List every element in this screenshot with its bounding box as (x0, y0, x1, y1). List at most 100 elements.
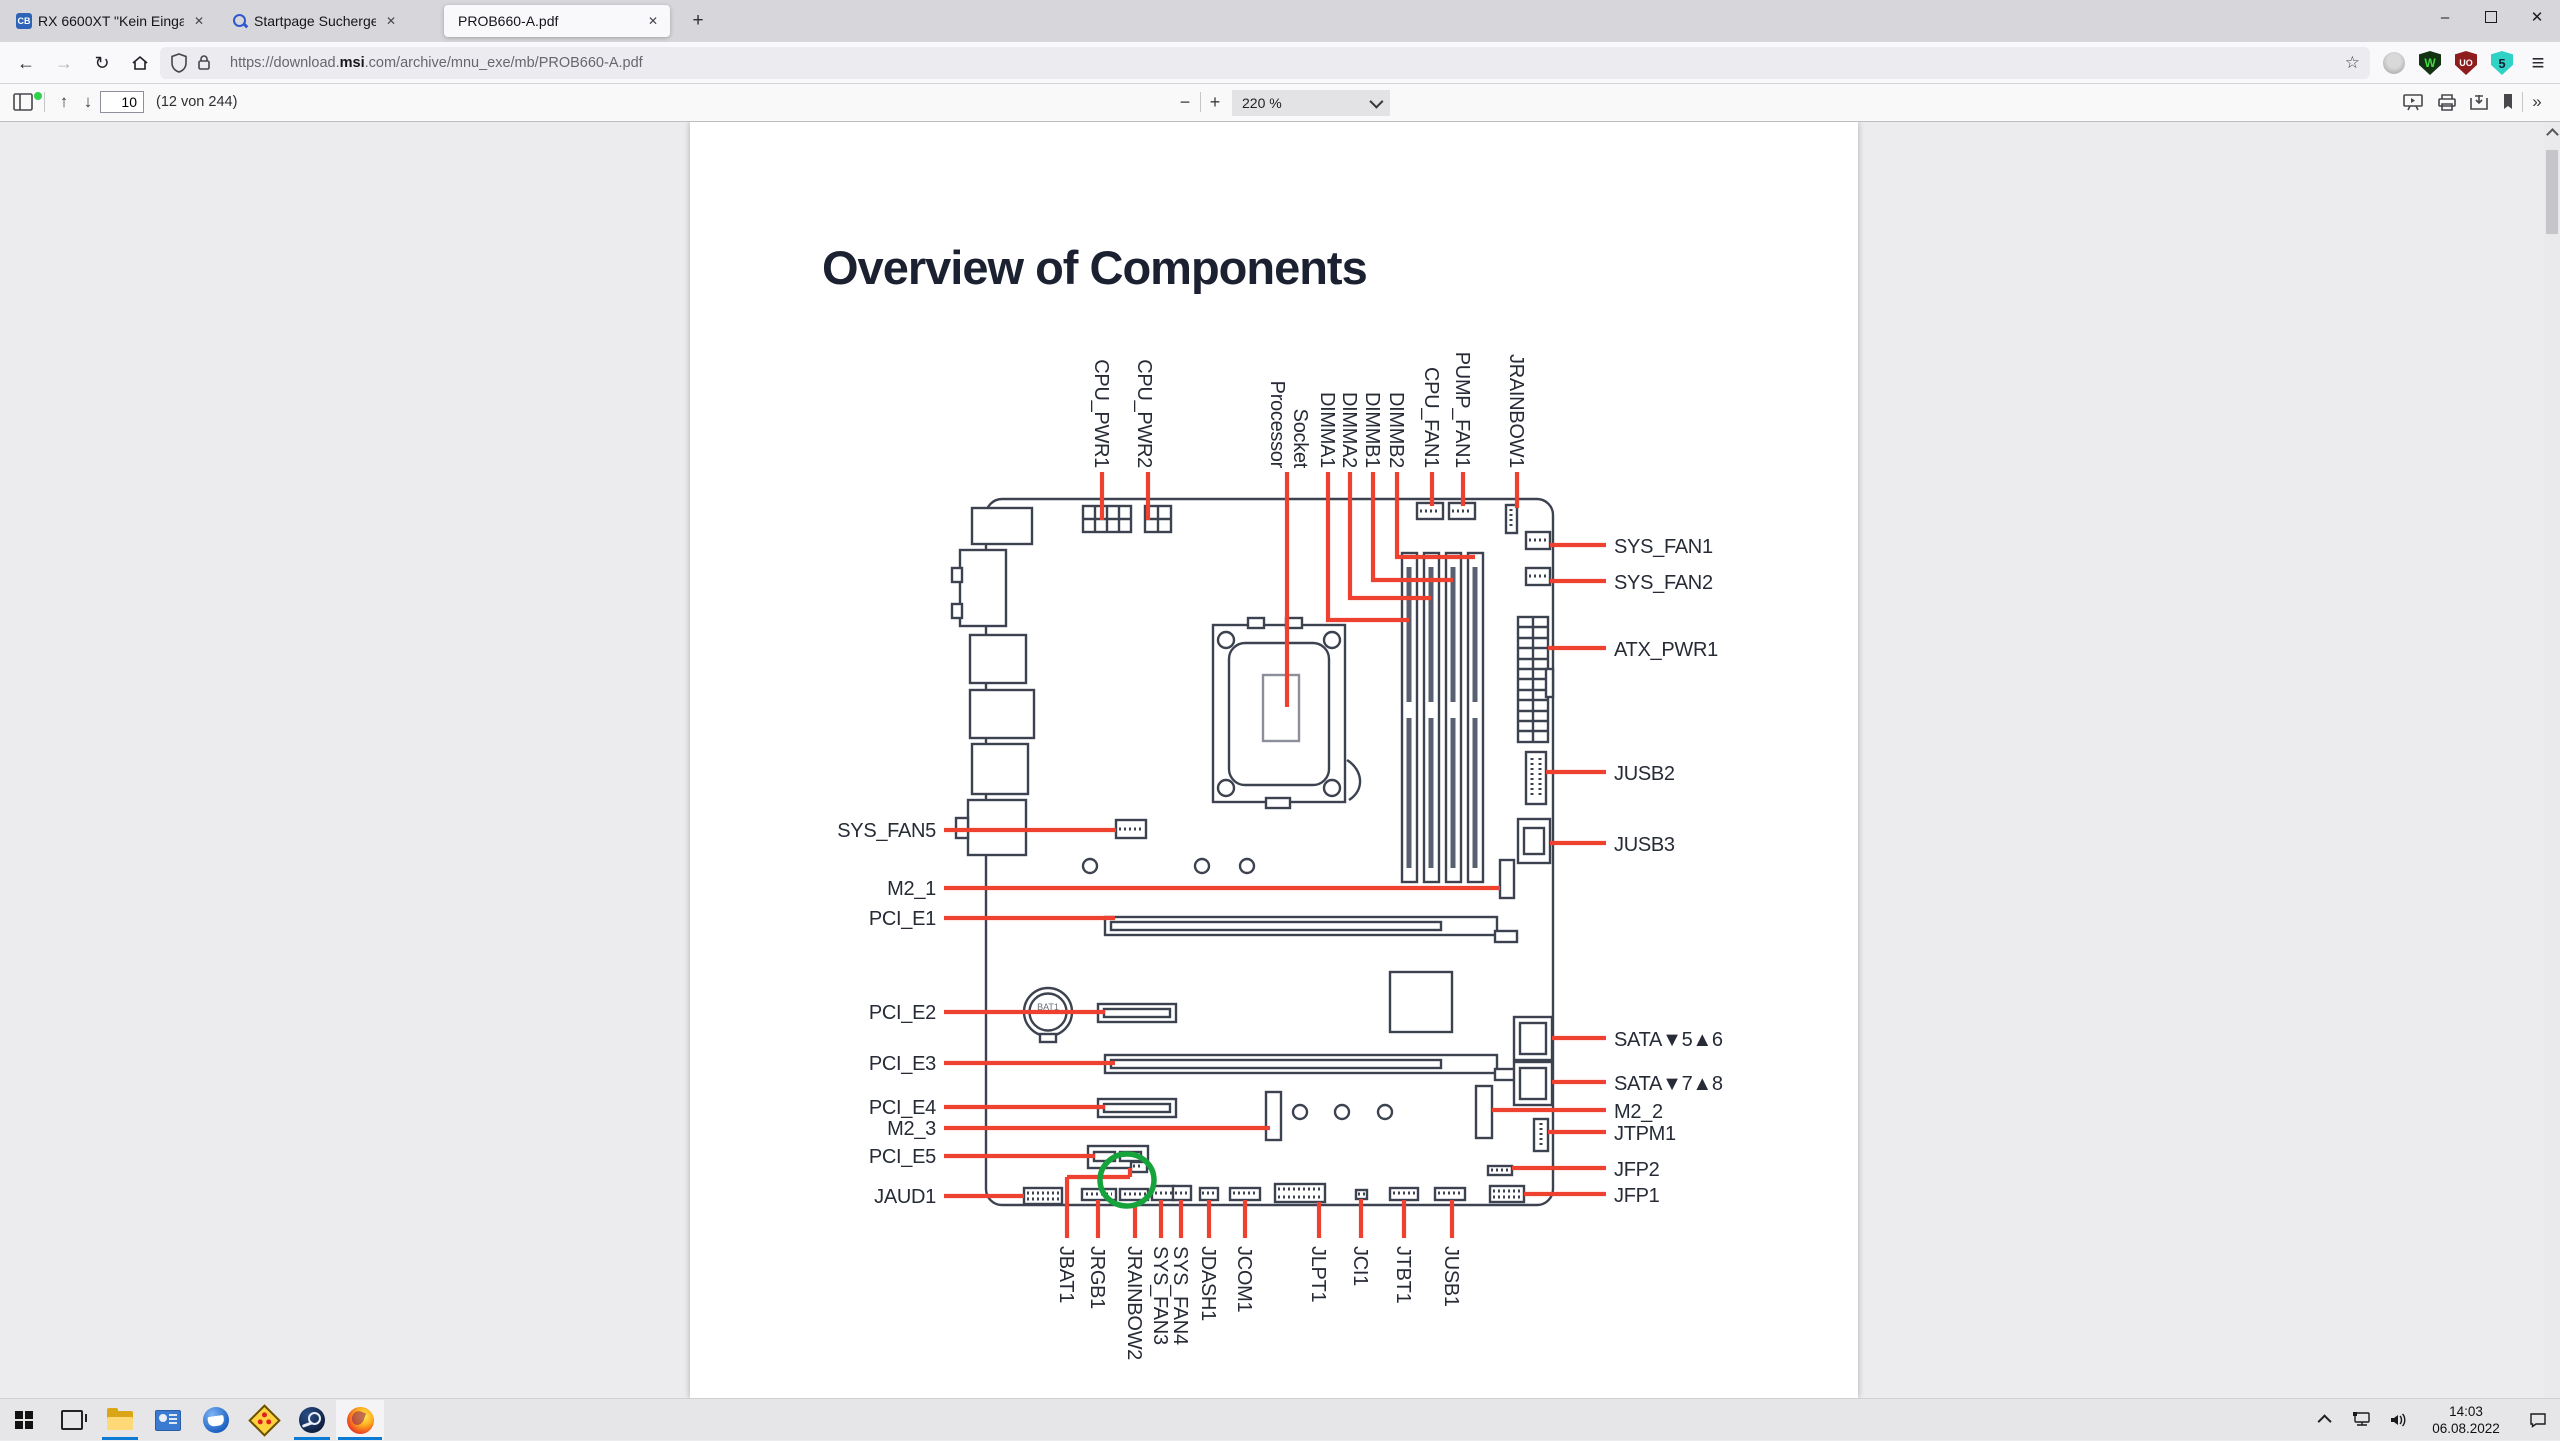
scrollbar-thumb[interactable] (2546, 150, 2558, 234)
start-button[interactable] (0, 1400, 48, 1440)
tab-title: Startpage Suchergebnisse (254, 13, 376, 29)
next-page-button[interactable]: ↓ (76, 88, 100, 116)
tab-prob660a-pdf[interactable]: PROB660-A.pdf ✕ (444, 5, 670, 37)
print-button[interactable] (2432, 88, 2462, 116)
component-label: PCI_E1 (869, 908, 936, 930)
component-label: JFP1 (1614, 1185, 1660, 1207)
component-label: JRAINBOW2 (1123, 1246, 1145, 1360)
extension-icon-ublock[interactable]: UO (2452, 49, 2480, 77)
chevron-up-icon (2318, 1414, 2332, 1428)
component-label: SYS_FAN3 (1149, 1246, 1171, 1345)
ublock-shield-icon: UO (2455, 51, 2477, 75)
w-shield-icon: W (2419, 51, 2441, 75)
windows-logo-icon (15, 1411, 33, 1429)
component-label: JUSB2 (1614, 763, 1675, 785)
zoom-out-button[interactable]: − (1172, 88, 1198, 116)
lock-icon[interactable] (196, 53, 212, 73)
tab-close-icon[interactable]: ✕ (382, 12, 400, 30)
download-icon (2469, 93, 2489, 111)
toolbar-overflow-button[interactable]: » (2526, 88, 2548, 116)
window-controls: – ✕ (2422, 0, 2560, 34)
viewer-scrollbar[interactable] (2544, 122, 2560, 1398)
tab-title: RX 6600XT "Kein Eingangssignal (38, 13, 184, 29)
action-center-button[interactable] (2516, 1411, 2560, 1429)
component-label: DIMMB2 (1385, 392, 1407, 468)
current-view-bookmark-button[interactable] (2496, 88, 2520, 116)
back-button[interactable]: ← (10, 47, 42, 79)
taskbar-presentation-app[interactable] (144, 1400, 192, 1440)
component-label: DIMMA1 (1316, 392, 1338, 468)
diamond-app-icon (248, 1404, 281, 1437)
taskbar-diamond-app[interactable] (240, 1400, 288, 1440)
reload-button[interactable]: ↻ (86, 47, 118, 79)
home-button[interactable] (124, 47, 156, 79)
minimize-button[interactable]: – (2422, 0, 2468, 34)
network-status[interactable] (2344, 1411, 2380, 1429)
component-label: Processor (1266, 381, 1288, 469)
sidebar-icon (13, 93, 33, 111)
component-label: ATX_PWR1 (1614, 639, 1718, 661)
presentation-app-icon (155, 1410, 181, 1431)
tab-close-icon[interactable]: ✕ (644, 12, 662, 30)
thunderbird-icon (203, 1407, 229, 1433)
forward-button[interactable]: → (48, 47, 80, 79)
zoom-in-button[interactable]: + (1202, 88, 1228, 116)
component-label: M2_2 (1614, 1101, 1663, 1123)
task-view-button[interactable] (48, 1400, 96, 1440)
url-text: https://download.msi.com/archive/mnu_exe… (230, 55, 2345, 71)
component-label: SATA▼5▲6 (1614, 1029, 1723, 1051)
page-count-label: (12 von 244) (156, 94, 237, 110)
tab-startpage[interactable]: Startpage Suchergebnisse ✕ (224, 5, 408, 37)
app-menu-button[interactable]: ≡ (2524, 49, 2552, 77)
presentation-mode-button[interactable] (2398, 88, 2428, 116)
previous-page-button[interactable]: ↑ (52, 88, 76, 116)
extension-icon-five-shield[interactable]: 5 (2488, 49, 2516, 77)
tab-rx6600xt[interactable]: CB RX 6600XT "Kein Eingangssignal ✕ (8, 5, 216, 37)
speaker-icon (2388, 1411, 2408, 1429)
home-icon (131, 54, 149, 72)
tracking-shield-icon[interactable] (170, 53, 188, 73)
component-label: JRAINBOW1 (1505, 354, 1527, 468)
component-label: CPU_PWR2 (1133, 359, 1155, 468)
component-label: JCI1 (1349, 1246, 1371, 1286)
motherboard-diagram: CPU_PWR1 CPU_PWR2 Processor Socket DIMMA… (690, 122, 1858, 1398)
new-tab-button[interactable]: + (684, 8, 712, 36)
restore-button[interactable] (2468, 0, 2514, 34)
taskbar-clock[interactable]: 14:03 06.08.2022 (2416, 1403, 2516, 1437)
component-label: DIMMA2 (1338, 392, 1360, 468)
chevron-down-icon (1369, 95, 1383, 109)
save-button[interactable] (2464, 88, 2494, 116)
bookmark-star-icon[interactable]: ☆ (2345, 53, 2360, 73)
component-label: JLPT1 (1307, 1246, 1329, 1302)
component-label: JUSB1 (1440, 1246, 1462, 1307)
component-label: M2_3 (887, 1118, 936, 1140)
taskbar-file-explorer[interactable] (96, 1400, 144, 1440)
component-label: PUMP_FAN1 (1451, 352, 1473, 468)
taskbar-firefox[interactable] (336, 1400, 384, 1440)
component-label: PCI_E2 (869, 1002, 936, 1024)
extension-icon-w-shield[interactable]: W (2416, 49, 2444, 77)
clock-date: 06.08.2022 (2416, 1420, 2516, 1437)
taskbar-thunderbird[interactable] (192, 1400, 240, 1440)
computerbase-favicon: CB (16, 13, 32, 29)
component-label: SATA▼7▲8 (1614, 1073, 1723, 1095)
scrollbar-up-icon[interactable] (2546, 128, 2559, 141)
steam-icon (299, 1407, 325, 1433)
startpage-favicon (232, 13, 248, 29)
pdf-sidebar-toggle[interactable] (8, 88, 38, 116)
page-number-input[interactable] (100, 91, 144, 113)
component-label: M2_1 (887, 878, 936, 900)
hamburger-icon: ≡ (2532, 50, 2545, 76)
component-label: Socket (1289, 409, 1311, 469)
zoom-level-select[interactable]: 220 % (1232, 90, 1390, 116)
extension-icon-generic[interactable] (2380, 49, 2408, 77)
component-label: JDASH1 (1197, 1246, 1219, 1321)
hidden-icons-button[interactable] (2308, 1415, 2344, 1425)
url-bar[interactable]: https://download.msi.com/archive/mnu_exe… (160, 47, 2370, 79)
component-label: PCI_E4 (869, 1097, 936, 1119)
component-label: JFP2 (1614, 1159, 1660, 1181)
close-window-button[interactable]: ✕ (2514, 0, 2560, 34)
tab-close-icon[interactable]: ✕ (190, 12, 208, 30)
taskbar-steam[interactable] (288, 1400, 336, 1440)
volume-control[interactable] (2380, 1411, 2416, 1429)
